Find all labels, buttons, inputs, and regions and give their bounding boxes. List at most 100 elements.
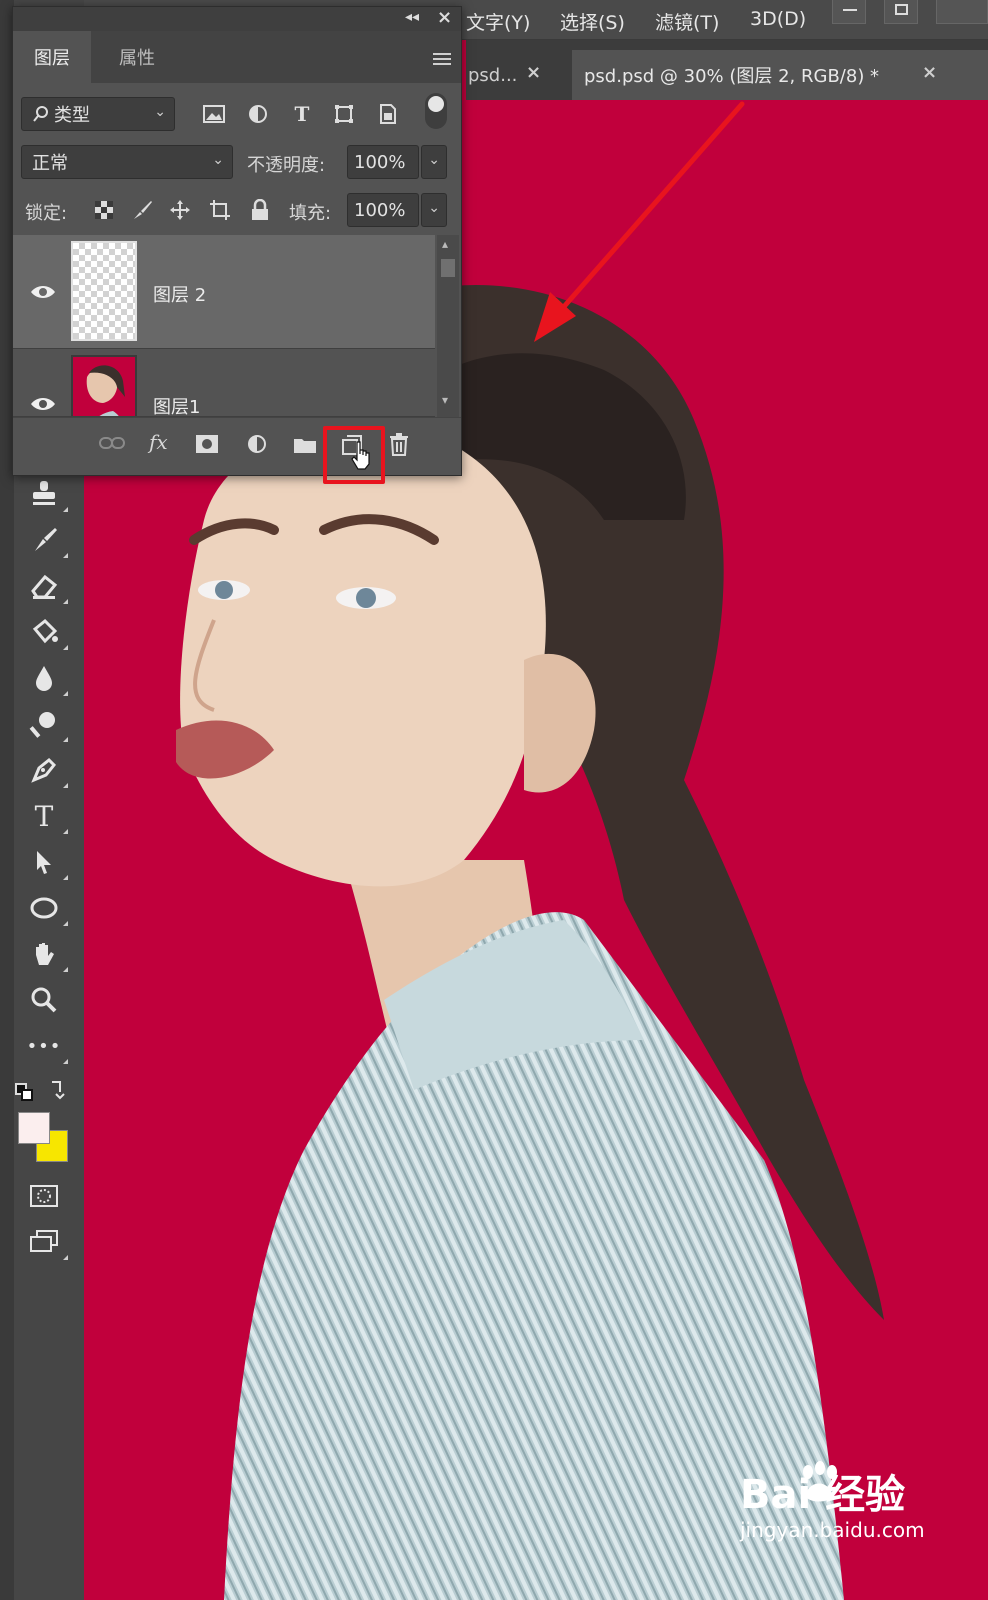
tool-flyout-icon xyxy=(63,875,68,880)
fx-icon[interactable]: fx xyxy=(149,430,168,454)
menu-3d[interactable]: 3D(D) xyxy=(750,8,806,30)
history-brush-icon xyxy=(35,528,57,551)
toggle-knob xyxy=(428,96,444,112)
eraser-icon xyxy=(31,574,58,599)
layers-scrollbar[interactable]: ▴ ▾ xyxy=(437,235,459,417)
chevron-down-icon: ⌄ xyxy=(428,200,440,216)
tool-flyout-icon xyxy=(63,921,68,926)
scrollbar-thumb[interactable] xyxy=(441,259,455,277)
menu-filter[interactable]: 滤镜(T) xyxy=(655,8,719,35)
maximize-icon xyxy=(895,4,908,15)
default-colors-icon[interactable] xyxy=(14,1078,70,1104)
lock-pixels-button[interactable] xyxy=(127,195,157,225)
blur-tool[interactable] xyxy=(24,658,68,698)
screen-mode-button[interactable] xyxy=(24,1222,68,1262)
tab-close-icon[interactable]: × xyxy=(922,62,937,83)
fill-label: 填充: xyxy=(289,203,332,224)
more-tools[interactable]: ••• xyxy=(24,1026,68,1066)
fill-input[interactable]: 100% xyxy=(347,193,419,227)
panel-menu-icon[interactable] xyxy=(433,53,451,68)
quick-mask-button[interactable] xyxy=(24,1176,64,1216)
dodge-icon xyxy=(29,712,55,738)
filter-type-button[interactable]: T xyxy=(287,99,317,129)
scroll-up-icon[interactable]: ▴ xyxy=(442,237,448,251)
tab-layers[interactable]: 图层 xyxy=(13,31,91,83)
trash-icon[interactable] xyxy=(389,432,409,456)
eraser-tool[interactable] xyxy=(24,566,68,606)
history-brush-tool[interactable] xyxy=(24,520,68,560)
opacity-dropdown[interactable]: ⌄ xyxy=(421,145,447,179)
menu-select[interactable]: 选择(S) xyxy=(560,8,625,35)
layers-footer: fx xyxy=(13,417,461,484)
zoom-tool[interactable] xyxy=(24,980,64,1020)
layer-name[interactable]: 图层 2 xyxy=(153,281,206,307)
close-window-button[interactable] xyxy=(936,0,988,24)
document-tab-bar: psd... × psd.psd @ 30% (图层 2, RGB/8) * × xyxy=(466,40,988,100)
zoom-icon xyxy=(31,987,57,1013)
link-icon[interactable] xyxy=(99,436,125,450)
filter-kind-label: 类型 xyxy=(54,105,90,126)
tab-psd-active[interactable]: psd.psd @ 30% (图层 2, RGB/8) * × xyxy=(572,50,988,100)
screen-mode-icon xyxy=(30,1230,58,1252)
eye-icon[interactable] xyxy=(29,283,57,301)
tab-label: psd... xyxy=(468,64,518,86)
opacity-input[interactable]: 100% xyxy=(347,145,419,179)
folder-icon[interactable] xyxy=(293,436,317,454)
tool-flyout-icon xyxy=(63,829,68,834)
fill-dropdown[interactable]: ⌄ xyxy=(421,193,447,227)
tool-flyout-icon xyxy=(63,599,68,604)
lock-transparent-button[interactable] xyxy=(89,195,119,225)
tool-flyout-icon xyxy=(63,1059,68,1064)
stamp-icon xyxy=(33,481,55,505)
lock-label: 锁定: xyxy=(25,203,68,224)
chevron-down-icon: ⌄ xyxy=(212,152,224,168)
watermark-text: Bai 经验 xyxy=(740,1472,906,1518)
tool-flyout-icon xyxy=(63,967,68,972)
move-icon xyxy=(170,200,190,220)
layer-thumbnail[interactable] xyxy=(71,355,137,416)
tab-psd-inactive[interactable]: psd... × xyxy=(466,50,562,100)
tab-properties[interactable]: 属性 xyxy=(97,31,177,83)
blend-mode-select[interactable]: 正常 ⌄ xyxy=(21,145,233,179)
panel-title-bar[interactable]: ◂◂ × xyxy=(13,7,461,31)
maximize-button[interactable] xyxy=(884,0,918,24)
stamp-tool[interactable] xyxy=(24,474,68,514)
layer-thumbnail[interactable] xyxy=(71,241,137,341)
type-tool[interactable]: T xyxy=(24,796,68,836)
smart-object-icon xyxy=(380,104,396,124)
filter-adjustment-button[interactable] xyxy=(243,99,273,129)
mask-icon[interactable] xyxy=(195,434,219,454)
layer-filter-select[interactable]: 类型 ⌄ xyxy=(21,97,175,131)
lock-all-button[interactable] xyxy=(245,195,275,225)
dodge-tool[interactable] xyxy=(24,704,68,744)
collapse-panel-icon[interactable]: ◂◂ xyxy=(405,9,419,25)
tool-flyout-icon xyxy=(63,507,68,512)
hand-tool[interactable] xyxy=(24,934,68,974)
layer-row-2[interactable]: 图层 2 xyxy=(13,235,435,349)
foreground-color-swatch[interactable] xyxy=(18,1112,50,1144)
filter-shape-button[interactable] xyxy=(329,99,359,129)
path-select-tool[interactable] xyxy=(24,842,68,882)
layer-name[interactable]: 图层1 xyxy=(153,393,200,416)
filter-smart-object-button[interactable] xyxy=(373,99,403,129)
tool-flyout-icon xyxy=(63,553,68,558)
more-icon: ••• xyxy=(26,1035,62,1057)
pen-tool[interactable] xyxy=(24,750,68,790)
adjustment-icon[interactable] xyxy=(247,434,269,456)
close-panel-icon[interactable]: × xyxy=(437,7,452,28)
adjustment-icon xyxy=(249,105,267,123)
filter-pixel-button[interactable] xyxy=(199,99,229,129)
ellipse-tool[interactable] xyxy=(24,888,68,928)
eye-icon[interactable] xyxy=(29,395,57,413)
menu-type[interactable]: 文字(Y) xyxy=(466,8,530,35)
minimize-button[interactable] xyxy=(832,0,866,24)
layer-row-1[interactable]: 图层1 xyxy=(13,349,435,417)
lock-artboard-button[interactable] xyxy=(205,195,235,225)
pen-icon xyxy=(31,757,57,783)
lock-position-button[interactable] xyxy=(165,195,195,225)
scroll-down-icon[interactable]: ▾ xyxy=(442,393,448,407)
type-icon: T xyxy=(294,102,310,126)
paint-bucket-tool[interactable] xyxy=(24,612,68,652)
filter-toggle[interactable] xyxy=(425,93,447,129)
tab-close-icon[interactable]: × xyxy=(526,62,541,83)
